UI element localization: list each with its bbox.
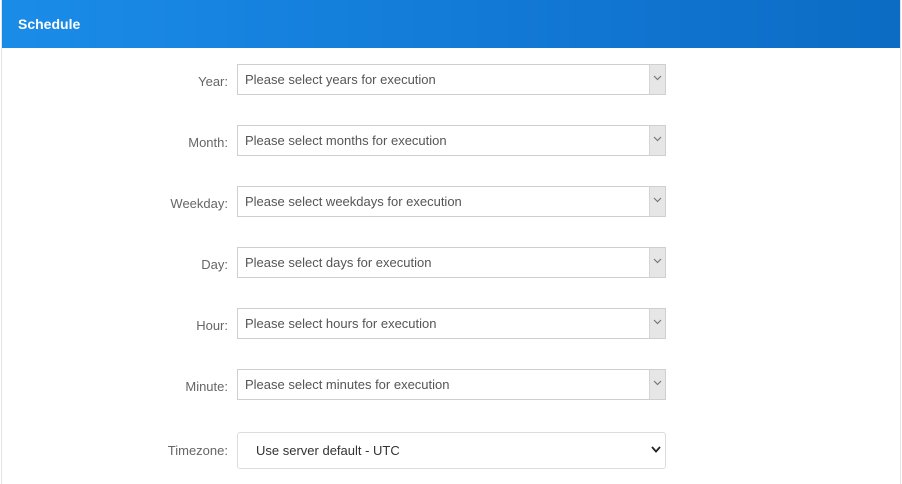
- schedule-panel: Schedule Year: Please select years for e…: [1, 0, 901, 484]
- minute-dropdown-button[interactable]: [649, 370, 665, 399]
- minute-select[interactable]: Please select minutes for execution: [237, 369, 666, 400]
- month-select[interactable]: Please select months for execution: [237, 125, 666, 156]
- hour-label: Hour:: [196, 318, 228, 333]
- day-placeholder: Please select days for execution: [245, 255, 432, 270]
- month-placeholder: Please select months for execution: [245, 133, 447, 148]
- year-row: Year: Please select years for execution: [2, 64, 902, 95]
- year-dropdown-button[interactable]: [649, 65, 665, 94]
- weekday-dropdown-button[interactable]: [649, 187, 665, 216]
- minute-placeholder: Please select minutes for execution: [245, 377, 450, 392]
- year-select[interactable]: Please select years for execution: [237, 64, 666, 95]
- panel-title: Schedule: [18, 16, 81, 32]
- chevron-down-icon: [653, 197, 662, 203]
- hour-select[interactable]: Please select hours for execution: [237, 308, 666, 339]
- month-label: Month:: [188, 135, 228, 150]
- day-row: Day: Please select days for execution: [2, 247, 902, 278]
- minute-label: Minute:: [185, 379, 228, 394]
- timezone-row: Timezone: Use server default - UTC: [2, 432, 902, 469]
- chevron-down-icon: [653, 380, 662, 386]
- chevron-down-icon: [651, 446, 661, 453]
- chevron-down-icon: [653, 75, 662, 81]
- chevron-down-icon: [653, 319, 662, 325]
- day-label: Day:: [201, 257, 228, 272]
- panel-header: Schedule: [2, 0, 900, 48]
- chevron-down-icon: [653, 136, 662, 142]
- hour-dropdown-button[interactable]: [649, 309, 665, 338]
- timezone-select[interactable]: Use server default - UTC: [237, 432, 666, 469]
- weekday-select[interactable]: Please select weekdays for execution: [237, 186, 666, 217]
- hour-placeholder: Please select hours for execution: [245, 316, 437, 331]
- weekday-label: Weekday:: [170, 196, 228, 211]
- chevron-down-icon: [653, 258, 662, 264]
- year-label: Year:: [198, 74, 228, 89]
- year-placeholder: Please select years for execution: [245, 72, 436, 87]
- hour-row: Hour: Please select hours for execution: [2, 308, 902, 339]
- timezone-label: Timezone:: [167, 443, 228, 458]
- timezone-value: Use server default - UTC: [256, 443, 400, 458]
- weekday-row: Weekday: Please select weekdays for exec…: [2, 186, 902, 217]
- weekday-placeholder: Please select weekdays for execution: [245, 194, 462, 209]
- minute-row: Minute: Please select minutes for execut…: [2, 369, 902, 400]
- month-row: Month: Please select months for executio…: [2, 125, 902, 156]
- day-select[interactable]: Please select days for execution: [237, 247, 666, 278]
- day-dropdown-button[interactable]: [649, 248, 665, 277]
- month-dropdown-button[interactable]: [649, 126, 665, 155]
